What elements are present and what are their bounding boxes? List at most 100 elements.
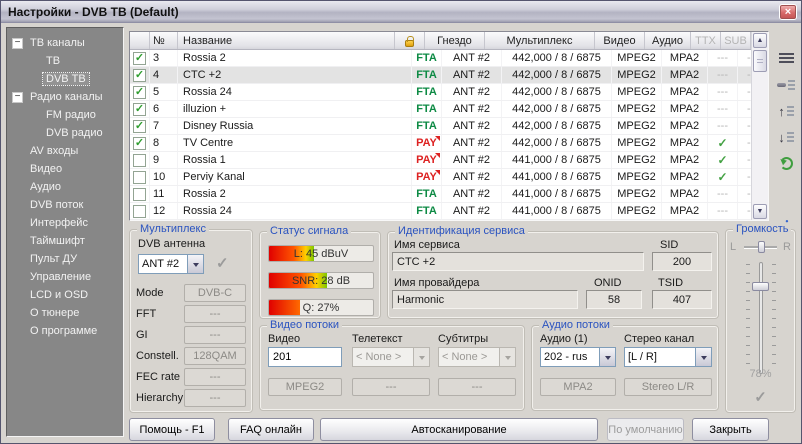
sidebar-item[interactable]: LCD и OSD — [7, 286, 123, 304]
sidebar-item[interactable]: О тюнере — [7, 304, 123, 322]
titlebar[interactable]: Настройки - DVB ТВ (Default) × — [1, 1, 801, 23]
channel-video-codec: MPEG2 — [612, 152, 662, 168]
service-id-panel: Идентификация сервиса Имя сервиса SID CT… — [387, 231, 719, 319]
channel-checkbox[interactable] — [133, 52, 146, 65]
sidebar-item[interactable]: Пульт ДУ — [7, 250, 123, 268]
sidebar-item[interactable]: ТВ каналы — [7, 34, 123, 52]
channel-checkbox[interactable] — [133, 120, 146, 133]
channel-checkbox[interactable] — [133, 103, 146, 116]
channel-checkbox[interactable] — [133, 171, 146, 184]
tsid-field: 407 — [652, 290, 712, 309]
volume-panel: Громкость L R 78% ✓ — [725, 229, 796, 413]
remove-channel-icon[interactable] — [773, 75, 799, 95]
volume-slider[interactable] — [746, 262, 776, 374]
channel-socket: ANT #2 — [442, 135, 502, 151]
sidebar-tree: ТВ каналы ТВ DVB ТВ Радио каналы FM ради… — [6, 27, 124, 437]
stereo-mode-select[interactable]: [L / R] — [624, 347, 712, 367]
sidebar-item[interactable]: О программе — [7, 322, 123, 340]
multiplex-field-label: Constell. — [136, 350, 179, 362]
sidebar-item-label: AV входы — [27, 145, 81, 157]
sidebar-item[interactable]: Интерфейс — [7, 214, 123, 232]
footer-button[interactable]: Закрыть — [692, 418, 769, 441]
channel-multiplex: 442,000 / 8 / 6875 — [502, 135, 612, 151]
channel-video-codec: MPEG2 — [612, 169, 662, 185]
balance-thumb[interactable] — [758, 241, 765, 253]
chevron-down-icon[interactable] — [187, 255, 203, 273]
video-pid-input[interactable] — [268, 347, 342, 367]
channel-name: CTC +2 — [178, 67, 412, 83]
refresh-icon[interactable] — [773, 153, 799, 173]
sidebar-item[interactable]: Управление — [7, 268, 123, 286]
footer-button[interactable]: Помощь - F1 — [129, 418, 215, 441]
channel-checkbox[interactable] — [133, 188, 146, 201]
collapse-icon[interactable] — [12, 92, 23, 103]
channel-socket: ANT #2 — [442, 84, 502, 100]
sidebar-item[interactable]: Таймшифт — [7, 232, 123, 250]
sidebar-item[interactable]: FM радио — [7, 106, 123, 124]
move-up-icon[interactable]: ↑ — [773, 101, 799, 121]
chevron-down-icon[interactable] — [599, 348, 615, 366]
footer-button[interactable]: Автосканирование — [320, 418, 598, 441]
channel-row[interactable]: 11 Rossia 2 FTA ANT #2 441,000 / 8 / 687… — [130, 186, 768, 203]
footer-button[interactable]: По умолчанию — [607, 418, 684, 441]
sidebar-item[interactable]: Радио каналы — [7, 88, 123, 106]
collapse-icon[interactable] — [12, 38, 23, 49]
channel-row[interactable]: 10 Perviy Kanal PAY ANT #2 441,000 / 8 /… — [130, 169, 768, 186]
channel-audio-codec: MPA2 — [662, 67, 708, 83]
col-header-audio[interactable]: Аудио — [645, 32, 691, 49]
col-header-video[interactable]: Видео — [595, 32, 645, 49]
sidebar-item[interactable]: AV входы — [7, 142, 123, 160]
sidebar-item-label: Управление — [27, 271, 94, 283]
col-header-ttx[interactable]: TTX — [691, 32, 721, 49]
footer-button[interactable]: FAQ онлайн — [228, 418, 314, 441]
table-scrollbar[interactable]: ▲ ▼ — [751, 32, 768, 220]
channel-number: 7 — [150, 118, 178, 134]
col-header-number[interactable]: № — [150, 32, 178, 49]
balance-slider[interactable]: L R — [730, 240, 791, 254]
col-header-access[interactable] — [395, 32, 425, 49]
col-header-name[interactable]: Название — [178, 32, 395, 49]
channel-row[interactable]: 5 Rossia 24 FTA ANT #2 442,000 / 8 / 687… — [130, 84, 768, 101]
volume-check-icon: ✓ — [726, 388, 795, 406]
channel-socket: ANT #2 — [442, 118, 502, 134]
channel-checkbox[interactable] — [133, 205, 146, 218]
sidebar-item[interactable]: DVB радио — [7, 124, 123, 142]
channel-row[interactable]: 8 TV Centre PAY ANT #2 442,000 / 8 / 687… — [130, 135, 768, 152]
sidebar-item[interactable]: DVB поток — [7, 196, 123, 214]
table-grid-icon[interactable] — [773, 49, 799, 69]
channel-row[interactable]: 9 Rossia 1 PAY ANT #2 441,000 / 8 / 6875… — [130, 152, 768, 169]
sidebar-item[interactable]: Видео — [7, 160, 123, 178]
balance-left-label: L — [730, 241, 736, 253]
chevron-down-icon[interactable] — [695, 348, 711, 366]
channel-number: 3 — [150, 50, 178, 66]
sidebar-item[interactable]: Аудио — [7, 178, 123, 196]
scroll-thumb[interactable] — [753, 50, 767, 72]
sidebar-item[interactable]: DVB ТВ — [7, 70, 123, 88]
channel-row[interactable]: 3 Rossia 2 FTA ANT #2 442,000 / 8 / 6875… — [130, 50, 768, 67]
scroll-down-button[interactable]: ▼ — [753, 204, 767, 219]
channel-row[interactable]: 12 Rossia 24 FTA ANT #2 441,000 / 8 / 68… — [130, 203, 768, 220]
col-header-multiplex[interactable]: Мультиплекс — [485, 32, 595, 49]
col-header-checkbox[interactable] — [130, 32, 150, 49]
signal-bar-label: L: 45 dBuV — [269, 246, 373, 261]
channel-checkbox[interactable] — [133, 154, 146, 167]
channel-checkbox[interactable] — [133, 86, 146, 99]
antenna-select[interactable]: ANT #2 — [138, 254, 204, 274]
channel-checkbox[interactable] — [133, 69, 146, 82]
channel-row[interactable]: 7 Disney Russia FTA ANT #2 442,000 / 8 /… — [130, 118, 768, 135]
channel-checkbox[interactable] — [133, 137, 146, 150]
multiplex-fields: Mode DVB-C FFT --- GI --- Constell. 128Q… — [136, 284, 246, 410]
move-down-icon[interactable]: ↓ — [773, 127, 799, 147]
volume-thumb[interactable] — [752, 282, 769, 291]
audio-pid-select[interactable]: 202 - rus — [540, 347, 616, 367]
channel-audio-codec: MPA2 — [662, 118, 708, 134]
close-button[interactable]: × — [779, 4, 797, 20]
col-header-sub[interactable]: SUB — [721, 32, 751, 49]
channel-row[interactable]: 4 CTC +2 FTA ANT #2 442,000 / 8 / 6875 M… — [130, 67, 768, 84]
channel-video-codec: MPEG2 — [612, 101, 662, 117]
sidebar-item[interactable]: ТВ — [7, 52, 123, 70]
channel-row[interactable]: 6 illuzion + FTA ANT #2 442,000 / 8 / 68… — [130, 101, 768, 118]
scroll-up-button[interactable]: ▲ — [753, 33, 767, 48]
col-header-socket[interactable]: Гнездо — [425, 32, 485, 49]
channel-ttx: --- — [708, 50, 738, 66]
